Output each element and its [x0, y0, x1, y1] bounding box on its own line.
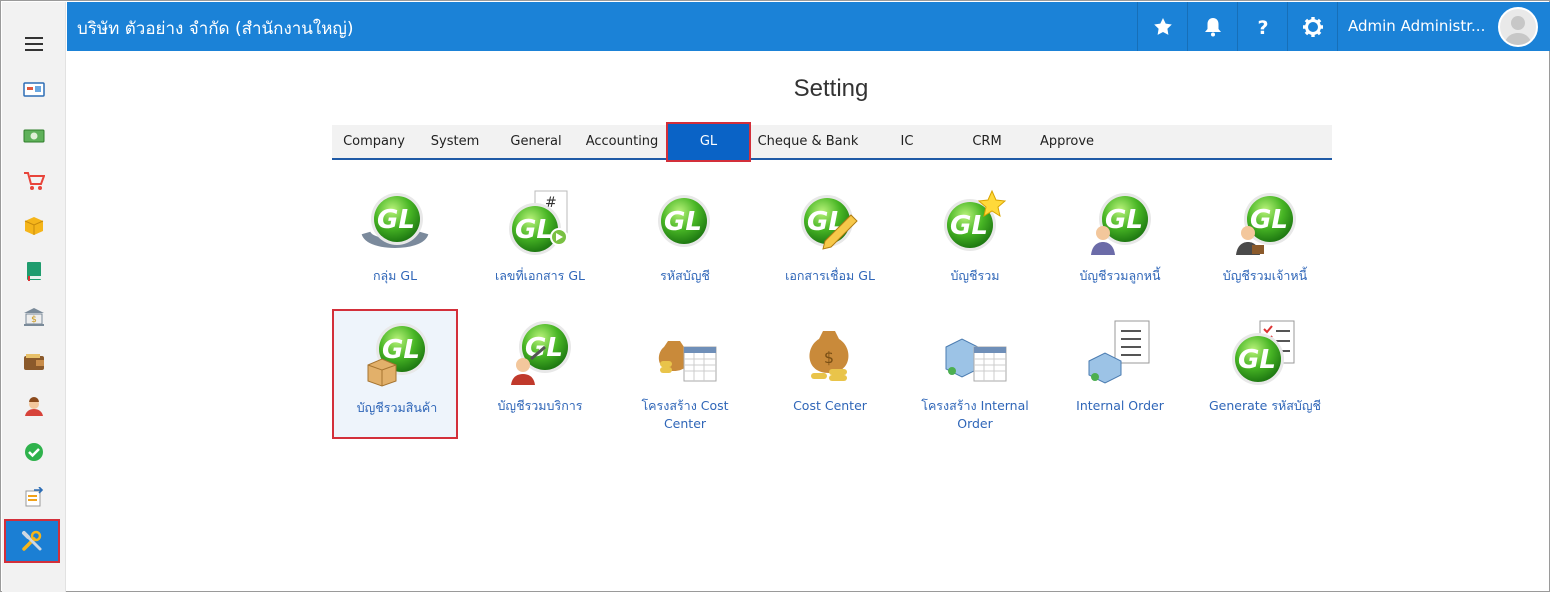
sidebar-item-transfer[interactable]	[2, 477, 66, 517]
tile-gl-link-document[interactable]: เอกสารเชื่อม GL	[767, 189, 893, 319]
sidebar-item-inventory[interactable]	[2, 206, 66, 246]
tile-generate-account-code[interactable]: Generate รหัสบัญชี	[1202, 309, 1328, 439]
notifications-button[interactable]	[1187, 2, 1237, 51]
svg-text:$: $	[31, 315, 37, 325]
settings-tabbar: Company System General Accounting GL Che…	[332, 122, 1332, 162]
tab-ic[interactable]: IC	[872, 125, 942, 158]
tile-label: บัญชีรวมสินค้า	[356, 400, 438, 415]
tile-internal-order-structure[interactable]: โครงสร้าง Internal Order	[912, 309, 1038, 439]
tile-account-code[interactable]: รหัสบัญชี	[622, 189, 748, 319]
svg-text:?: ?	[1257, 17, 1268, 37]
gl-link-document-icon	[801, 195, 858, 250]
gl-docnumber-icon: #	[509, 190, 568, 255]
sidebar-item-money[interactable]	[2, 116, 66, 156]
sidebar-item-sales[interactable]	[2, 161, 66, 201]
tile-label: Generate รหัสบัญชี	[1208, 398, 1321, 413]
app-frame: $ บริษัท ตัวอย่าง จำกัด (สำนักงานใหญ่) ?	[0, 0, 1550, 592]
tab-crm[interactable]: CRM	[952, 125, 1022, 158]
bank-icon: $	[24, 308, 44, 326]
gl-debtor-account-icon	[1091, 193, 1151, 255]
tile-label: รหัสบัญชี	[660, 268, 710, 283]
tile-label: บัญชีรวมลูกหนี้	[1079, 268, 1161, 283]
tab-company[interactable]: Company	[332, 125, 416, 158]
tab-accounting[interactable]: Accounting	[580, 125, 664, 158]
wallet-icon	[24, 354, 44, 370]
tab-cheque-bank[interactable]: Cheque & Bank	[752, 125, 864, 158]
sidebar-item-settings[interactable]	[4, 519, 60, 563]
tile-label: เอกสารเชื่อม GL	[785, 268, 875, 283]
gl-inventory-account-icon	[367, 323, 428, 387]
tile-label: บัญชีรวมบริการ	[497, 398, 583, 413]
tile-label: กลุ่ม GL	[372, 268, 418, 283]
user-name: Admin Administr...	[1348, 17, 1486, 35]
sidebar-item-hr[interactable]	[2, 387, 66, 427]
tile-service-account[interactable]: บัญชีรวมบริการ	[477, 309, 603, 439]
gear-icon	[1302, 16, 1323, 37]
sidebar-item-bank[interactable]: $	[2, 297, 66, 337]
user-menu[interactable]: Admin Administr...	[1337, 2, 1550, 51]
tile-control-account[interactable]: บัญชีรวม	[912, 189, 1038, 319]
cost-center-structure-icon	[658, 341, 717, 382]
tile-label: Internal Order	[1076, 398, 1164, 413]
check-icon	[25, 443, 43, 461]
star-icon	[1153, 17, 1172, 35]
gl-account-code-icon	[658, 195, 710, 247]
gl-service-account-icon	[511, 321, 571, 385]
gl-group-icon	[361, 193, 429, 248]
gl-control-account-icon	[944, 189, 1007, 251]
tile-label: เลขที่เอกสาร GL	[494, 268, 586, 283]
tile-gl-group[interactable]: กลุ่ม GL	[332, 189, 458, 319]
internal-order-icon	[1088, 320, 1150, 384]
user-avatar-icon	[1504, 16, 1532, 45]
top-header: บริษัท ตัวอย่าง จำกัด (สำนักงานใหญ่) ? A…	[67, 2, 1550, 51]
book-icon	[27, 262, 41, 281]
money-icon	[23, 129, 45, 143]
cart-icon	[24, 172, 45, 190]
cost-center-icon: $	[809, 331, 849, 381]
bell-icon	[1204, 17, 1221, 36]
tile-gl-document-number[interactable]: # เลขที่เอกสาร GL	[477, 189, 603, 319]
tile-internal-order[interactable]: Internal Order	[1057, 309, 1183, 439]
box-icon	[24, 217, 44, 235]
company-name: บริษัท ตัวอย่าง จำกัด (สำนักงานใหญ่)	[77, 19, 354, 39]
person-icon	[25, 397, 43, 416]
help-icon: ?	[1257, 17, 1268, 37]
tile-label: บัญชีรวม	[950, 268, 1000, 283]
page-title: Setting	[793, 75, 869, 102]
menu-toggle-icon[interactable]	[25, 37, 43, 51]
help-button[interactable]: ?	[1237, 2, 1287, 51]
tab-gl[interactable]: GL	[666, 122, 751, 162]
tab-general[interactable]: General	[496, 125, 576, 158]
tile-cost-center[interactable]: $ Cost Center	[767, 309, 893, 439]
internal-order-structure-icon	[945, 338, 1007, 382]
tab-system[interactable]: System	[418, 125, 492, 158]
sidebar-item-approve[interactable]	[2, 432, 66, 472]
tile-label: บัญชีรวมเจ้าหนี้	[1222, 268, 1308, 283]
sidebar-item-wallet[interactable]	[2, 342, 66, 382]
svg-text:$: $	[824, 348, 834, 367]
settings-button[interactable]	[1287, 2, 1337, 51]
avatar	[1498, 7, 1538, 47]
tile-cost-center-structure[interactable]: โครงสร้าง Cost Center	[622, 309, 748, 439]
tile-creditor-account[interactable]: บัญชีรวมเจ้าหนี้	[1202, 189, 1328, 319]
tile-label: Cost Center	[793, 398, 867, 413]
generate-account-code-icon	[1232, 320, 1295, 385]
tile-inventory-account[interactable]: บัญชีรวมสินค้า	[332, 309, 458, 439]
tile-label: โครงสร้าง Cost Center	[641, 398, 729, 431]
tab-approve[interactable]: Approve	[1028, 125, 1106, 158]
transfer-icon	[25, 487, 44, 507]
gl-creditor-account-icon	[1236, 193, 1296, 255]
tools-icon	[22, 530, 42, 551]
favorites-button[interactable]	[1137, 2, 1187, 51]
sidebar-item-ledger[interactable]	[2, 251, 66, 291]
tile-debtor-account[interactable]: บัญชีรวมลูกหนี้	[1057, 189, 1183, 319]
tile-label: โครงสร้าง Internal Order	[921, 398, 1029, 431]
